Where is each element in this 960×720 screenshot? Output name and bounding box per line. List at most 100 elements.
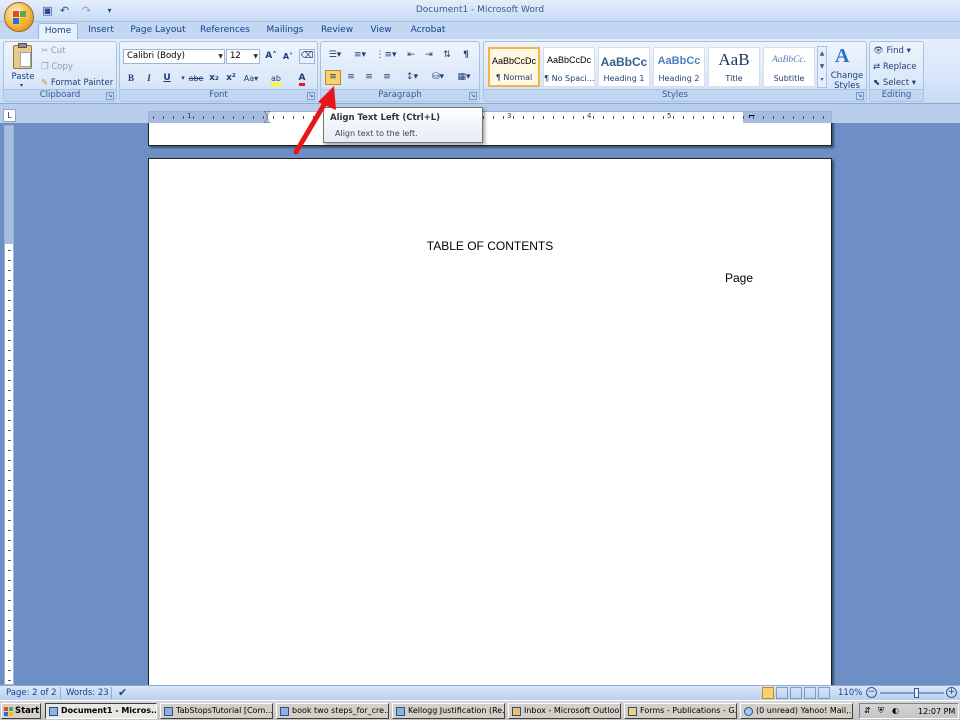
vertical-ruler[interactable] [4, 125, 14, 685]
replace-button[interactable]: ⇄ Replace [873, 60, 916, 74]
tab-references[interactable]: References [197, 23, 253, 39]
print-layout-view-icon[interactable] [762, 687, 774, 699]
full-screen-view-icon[interactable] [776, 687, 788, 699]
ruler-tick [233, 116, 234, 119]
decrease-indent-icon[interactable]: ⇤ [403, 48, 419, 63]
style-subtitle[interactable]: AaBbCc. Subtitle [763, 47, 815, 87]
indent-marker-icon[interactable]: ▽ △ [264, 110, 272, 124]
proofing-icon[interactable]: ✔ [118, 686, 127, 699]
paste-button[interactable]: Paste ▾ [8, 43, 38, 89]
change-case-icon[interactable]: Aa▾ [241, 71, 261, 86]
ruler-tick [8, 560, 11, 561]
start-button[interactable]: Start [1, 703, 41, 719]
increase-indent-icon[interactable]: ⇥ [421, 48, 437, 63]
page-count[interactable]: Page: 2 of 2 [6, 688, 57, 698]
web-layout-view-icon[interactable] [790, 687, 802, 699]
word-icon [280, 707, 289, 716]
copy-button[interactable]: ❐ Copy [41, 60, 73, 74]
tab-mailings[interactable]: Mailings [263, 23, 307, 39]
taskbar-item-forms[interactable]: Forms - Publications - G... [624, 703, 737, 719]
numbering-icon[interactable]: ≡▾ [349, 48, 371, 63]
toc-heading[interactable]: TABLE OF CONTENTS [149, 239, 831, 253]
change-styles-button[interactable]: A Change Styles [829, 45, 865, 91]
taskbar-item-outlook[interactable]: Inbox - Microsoft Outlook [508, 703, 621, 719]
superscript-icon[interactable]: x² [223, 71, 239, 86]
bold-icon[interactable]: B [123, 71, 139, 86]
sort-icon[interactable]: ⇅ [439, 48, 455, 63]
outline-view-icon[interactable] [804, 687, 816, 699]
format-painter-button[interactable]: ✎ Format Painter [41, 76, 113, 90]
taskbar-item-kellogg[interactable]: Kellogg Justification (Re... [392, 703, 505, 719]
underline-icon[interactable]: U [159, 71, 175, 86]
shrink-font-icon[interactable]: A˅ [280, 49, 296, 64]
ruler-left-margin [149, 112, 268, 123]
window-title: Document1 - Microsoft Word [415, 5, 545, 15]
taskbar-item-yahoo-mail[interactable]: (0 unread) Yahoo! Mail,... [740, 703, 853, 719]
styles-launcher-icon[interactable]: ↘ [856, 92, 864, 100]
tooltip-body: Align text to the left. [335, 129, 418, 138]
draft-view-icon[interactable] [818, 687, 830, 699]
clock[interactable]: 12:07 PM [918, 707, 955, 716]
volume-icon[interactable]: ◐ [892, 706, 899, 715]
style-no-spacing[interactable]: AaBbCcDc ¶ No Spaci... [543, 47, 595, 87]
style-title[interactable]: AaB Title [708, 47, 760, 87]
zoom-out-icon[interactable]: − [866, 687, 877, 698]
borders-icon[interactable]: ▦▾ [453, 70, 475, 85]
taskbar-item-tabstops[interactable]: TabStopsTutorial [Com... [160, 703, 273, 719]
cut-button[interactable]: ✂ Cut [41, 44, 65, 58]
document-page[interactable]: TABLE OF CONTENTS Page [148, 158, 832, 685]
clipboard-launcher-icon[interactable]: ↘ [106, 92, 114, 100]
taskbar-item-book[interactable]: book two steps_for_cre... [276, 703, 389, 719]
show-formatting-icon[interactable]: ¶ [458, 48, 474, 63]
tab-insert[interactable]: Insert [84, 23, 118, 39]
ruler-tick [773, 116, 774, 119]
line-spacing-icon[interactable]: ↕▾ [401, 70, 423, 85]
chevron-down-icon: ▼ [218, 53, 223, 60]
strikethrough-icon[interactable]: abe [187, 71, 205, 86]
tab-acrobat[interactable]: Acrobat [406, 23, 450, 39]
multilevel-list-icon[interactable]: ⋮≡▾ [374, 48, 398, 63]
font-name-combo[interactable]: Calibri (Body) ▼ [123, 49, 225, 64]
tab-home[interactable]: Home [38, 23, 78, 39]
align-right-icon[interactable]: ≡ [361, 70, 377, 85]
subscript-icon[interactable]: x₂ [206, 71, 222, 86]
select-button[interactable]: ⬉ Select ▾ [873, 76, 916, 90]
style-heading-2[interactable]: AaBbCc Heading 2 [653, 47, 705, 87]
taskbar-item-word[interactable]: Document1 - Micros... [45, 703, 157, 719]
security-icon[interactable]: ⛨ [878, 706, 884, 716]
style-normal[interactable]: AaBbCcDc ¶ Normal [488, 47, 540, 87]
ruler-tick [8, 670, 11, 671]
find-button[interactable]: 👁 Find ▾ [873, 44, 911, 58]
style-sample: AaBbCcDc [546, 55, 591, 65]
justify-icon[interactable]: ≡ [379, 70, 395, 85]
word-count[interactable]: Words: 23 [66, 688, 109, 698]
tab-selector[interactable]: L [3, 109, 16, 122]
tab-page-layout[interactable]: Page Layout [128, 23, 188, 39]
zoom-level[interactable]: 110% [838, 688, 862, 698]
network-icon[interactable]: ⇵ [864, 706, 871, 715]
zoom-slider[interactable] [880, 688, 944, 698]
italic-icon[interactable]: I [141, 71, 157, 86]
ruler-tick [643, 116, 644, 119]
clear-formatting-icon[interactable]: ⌫ [299, 49, 315, 64]
cut-label: Cut [50, 46, 66, 56]
paragraph-launcher-icon[interactable]: ↘ [469, 92, 477, 100]
font-size-combo[interactable]: 12 ▼ [226, 49, 260, 64]
browser-icon [744, 707, 753, 716]
tab-stop-icon[interactable]: ⌐ [748, 112, 756, 122]
toc-page-label[interactable]: Page [725, 271, 753, 285]
zoom-slider-thumb[interactable] [914, 688, 919, 698]
zoom-in-icon[interactable]: + [946, 687, 957, 698]
styles-scroll[interactable]: ▲ ▼ ▾ [817, 46, 827, 88]
office-button[interactable] [4, 2, 34, 32]
document-workspace[interactable]: TABLE OF CONTENTS Page [18, 123, 960, 685]
tab-view[interactable]: View [366, 23, 396, 39]
highlight-icon[interactable]: ab [266, 71, 286, 86]
tab-review[interactable]: Review [318, 23, 356, 39]
shading-icon[interactable]: ⛁▾ [426, 70, 450, 85]
bullets-icon[interactable]: ☰▾ [324, 48, 346, 63]
grow-font-icon[interactable]: A˄ [263, 49, 279, 64]
previous-page[interactable] [148, 123, 832, 146]
select-label: Select [882, 78, 910, 88]
style-heading-1[interactable]: AaBbCc Heading 1 [598, 47, 650, 87]
